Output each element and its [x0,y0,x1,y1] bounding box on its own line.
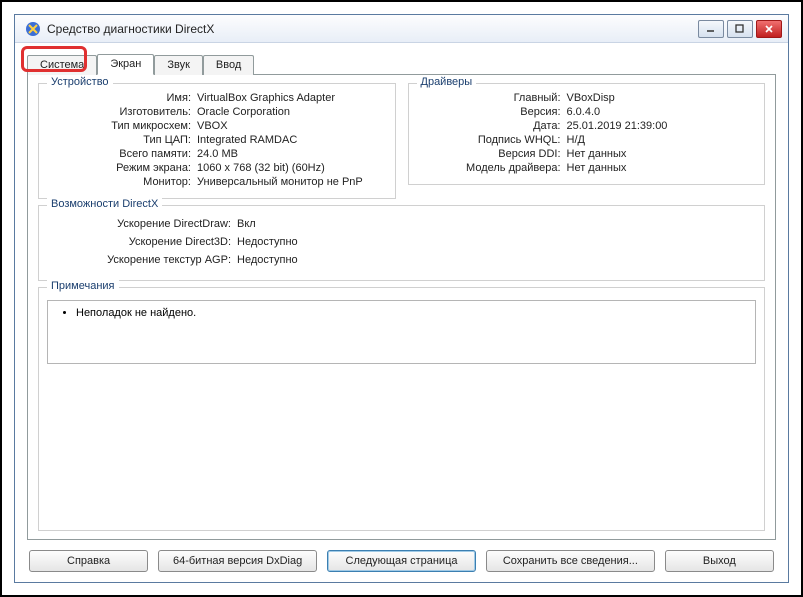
feature-value: Недоступно [237,236,756,248]
feature-label: Ускорение Direct3D: [47,236,237,248]
help-button[interactable]: Справка [29,550,148,572]
device-legend: Устройство [47,76,113,88]
driver-label: Версия: [417,106,567,118]
notes-legend: Примечания [47,280,119,292]
tab-label: Экран [110,58,141,70]
feature-value: Вкл [237,218,756,230]
features-legend: Возможности DirectX [47,198,162,210]
device-label: Тип микросхем: [47,120,197,132]
maximize-button[interactable] [727,20,753,38]
minimize-button[interactable] [698,20,724,38]
tab-label: Система [40,59,84,71]
save-all-button[interactable]: Сохранить все сведения... [486,550,655,572]
directx-icon [25,21,41,37]
device-fieldset: Устройство Имя:VirtualBox Graphics Adapt… [38,83,396,199]
titlebar: Средство диагностики DirectX [15,15,788,43]
next-page-button[interactable]: Следующая страница [327,550,476,572]
driver-value: Нет данных [567,162,757,174]
device-label: Всего памяти: [47,148,197,160]
drivers-fieldset: Драйверы Главный:VBoxDisp Версия:6.0.4.0… [408,83,766,185]
driver-label: Версия DDI: [417,148,567,160]
device-value: 1060 x 768 (32 bit) (60Hz) [197,162,387,174]
tab-display[interactable]: Экран [97,54,154,75]
notes-fieldset: Примечания Неполадок не найдено. [38,287,765,531]
tab-sound[interactable]: Звук [154,55,203,75]
exit-button[interactable]: Выход [665,550,774,572]
dxdiag-window: Средство диагностики DirectX Система Экр… [14,14,789,583]
notes-item: Неполадок не найдено. [76,307,747,319]
notes-textarea[interactable]: Неполадок не найдено. [47,300,756,364]
dxdiag64-button[interactable]: 64-битная версия DxDiag [158,550,317,572]
button-bar: Справка 64-битная версия DxDiag Следующа… [27,540,776,574]
device-label: Тип ЦАП: [47,134,197,146]
feature-label: Ускорение DirectDraw: [47,218,237,230]
device-value: 24.0 MB [197,148,387,160]
device-label: Режим экрана: [47,162,197,174]
tab-bar: Система Экран Звук Ввод [27,53,776,74]
tab-label: Звук [167,59,190,71]
device-label: Монитор: [47,176,197,188]
device-value: Integrated RAMDAC [197,134,387,146]
driver-value: 6.0.4.0 [567,106,757,118]
driver-label: Модель драйвера: [417,162,567,174]
feature-label: Ускорение текстур AGP: [47,254,237,266]
driver-label: Подпись WHQL: [417,134,567,146]
driver-value: 25.01.2019 21:39:00 [567,120,757,132]
drivers-legend: Драйверы [417,76,477,88]
device-label: Изготовитель: [47,106,197,118]
tab-label: Ввод [216,59,241,71]
close-button[interactable] [756,20,782,38]
driver-value: Нет данных [567,148,757,160]
device-label: Имя: [47,92,197,104]
device-value: VirtualBox Graphics Adapter [197,92,387,104]
features-fieldset: Возможности DirectX Ускорение DirectDraw… [38,205,765,281]
tab-system[interactable]: Система [27,55,97,75]
driver-value: VBoxDisp [567,92,757,104]
device-value: Oracle Corporation [197,106,387,118]
driver-label: Главный: [417,92,567,104]
tab-panel: Устройство Имя:VirtualBox Graphics Adapt… [27,74,776,540]
feature-value: Недоступно [237,254,756,266]
device-value: Универсальный монитор не PnP [197,176,387,188]
driver-label: Дата: [417,120,567,132]
device-value: VBOX [197,120,387,132]
window-title: Средство диагностики DirectX [47,22,698,36]
driver-value: Н/Д [567,134,757,146]
tab-input[interactable]: Ввод [203,55,254,75]
